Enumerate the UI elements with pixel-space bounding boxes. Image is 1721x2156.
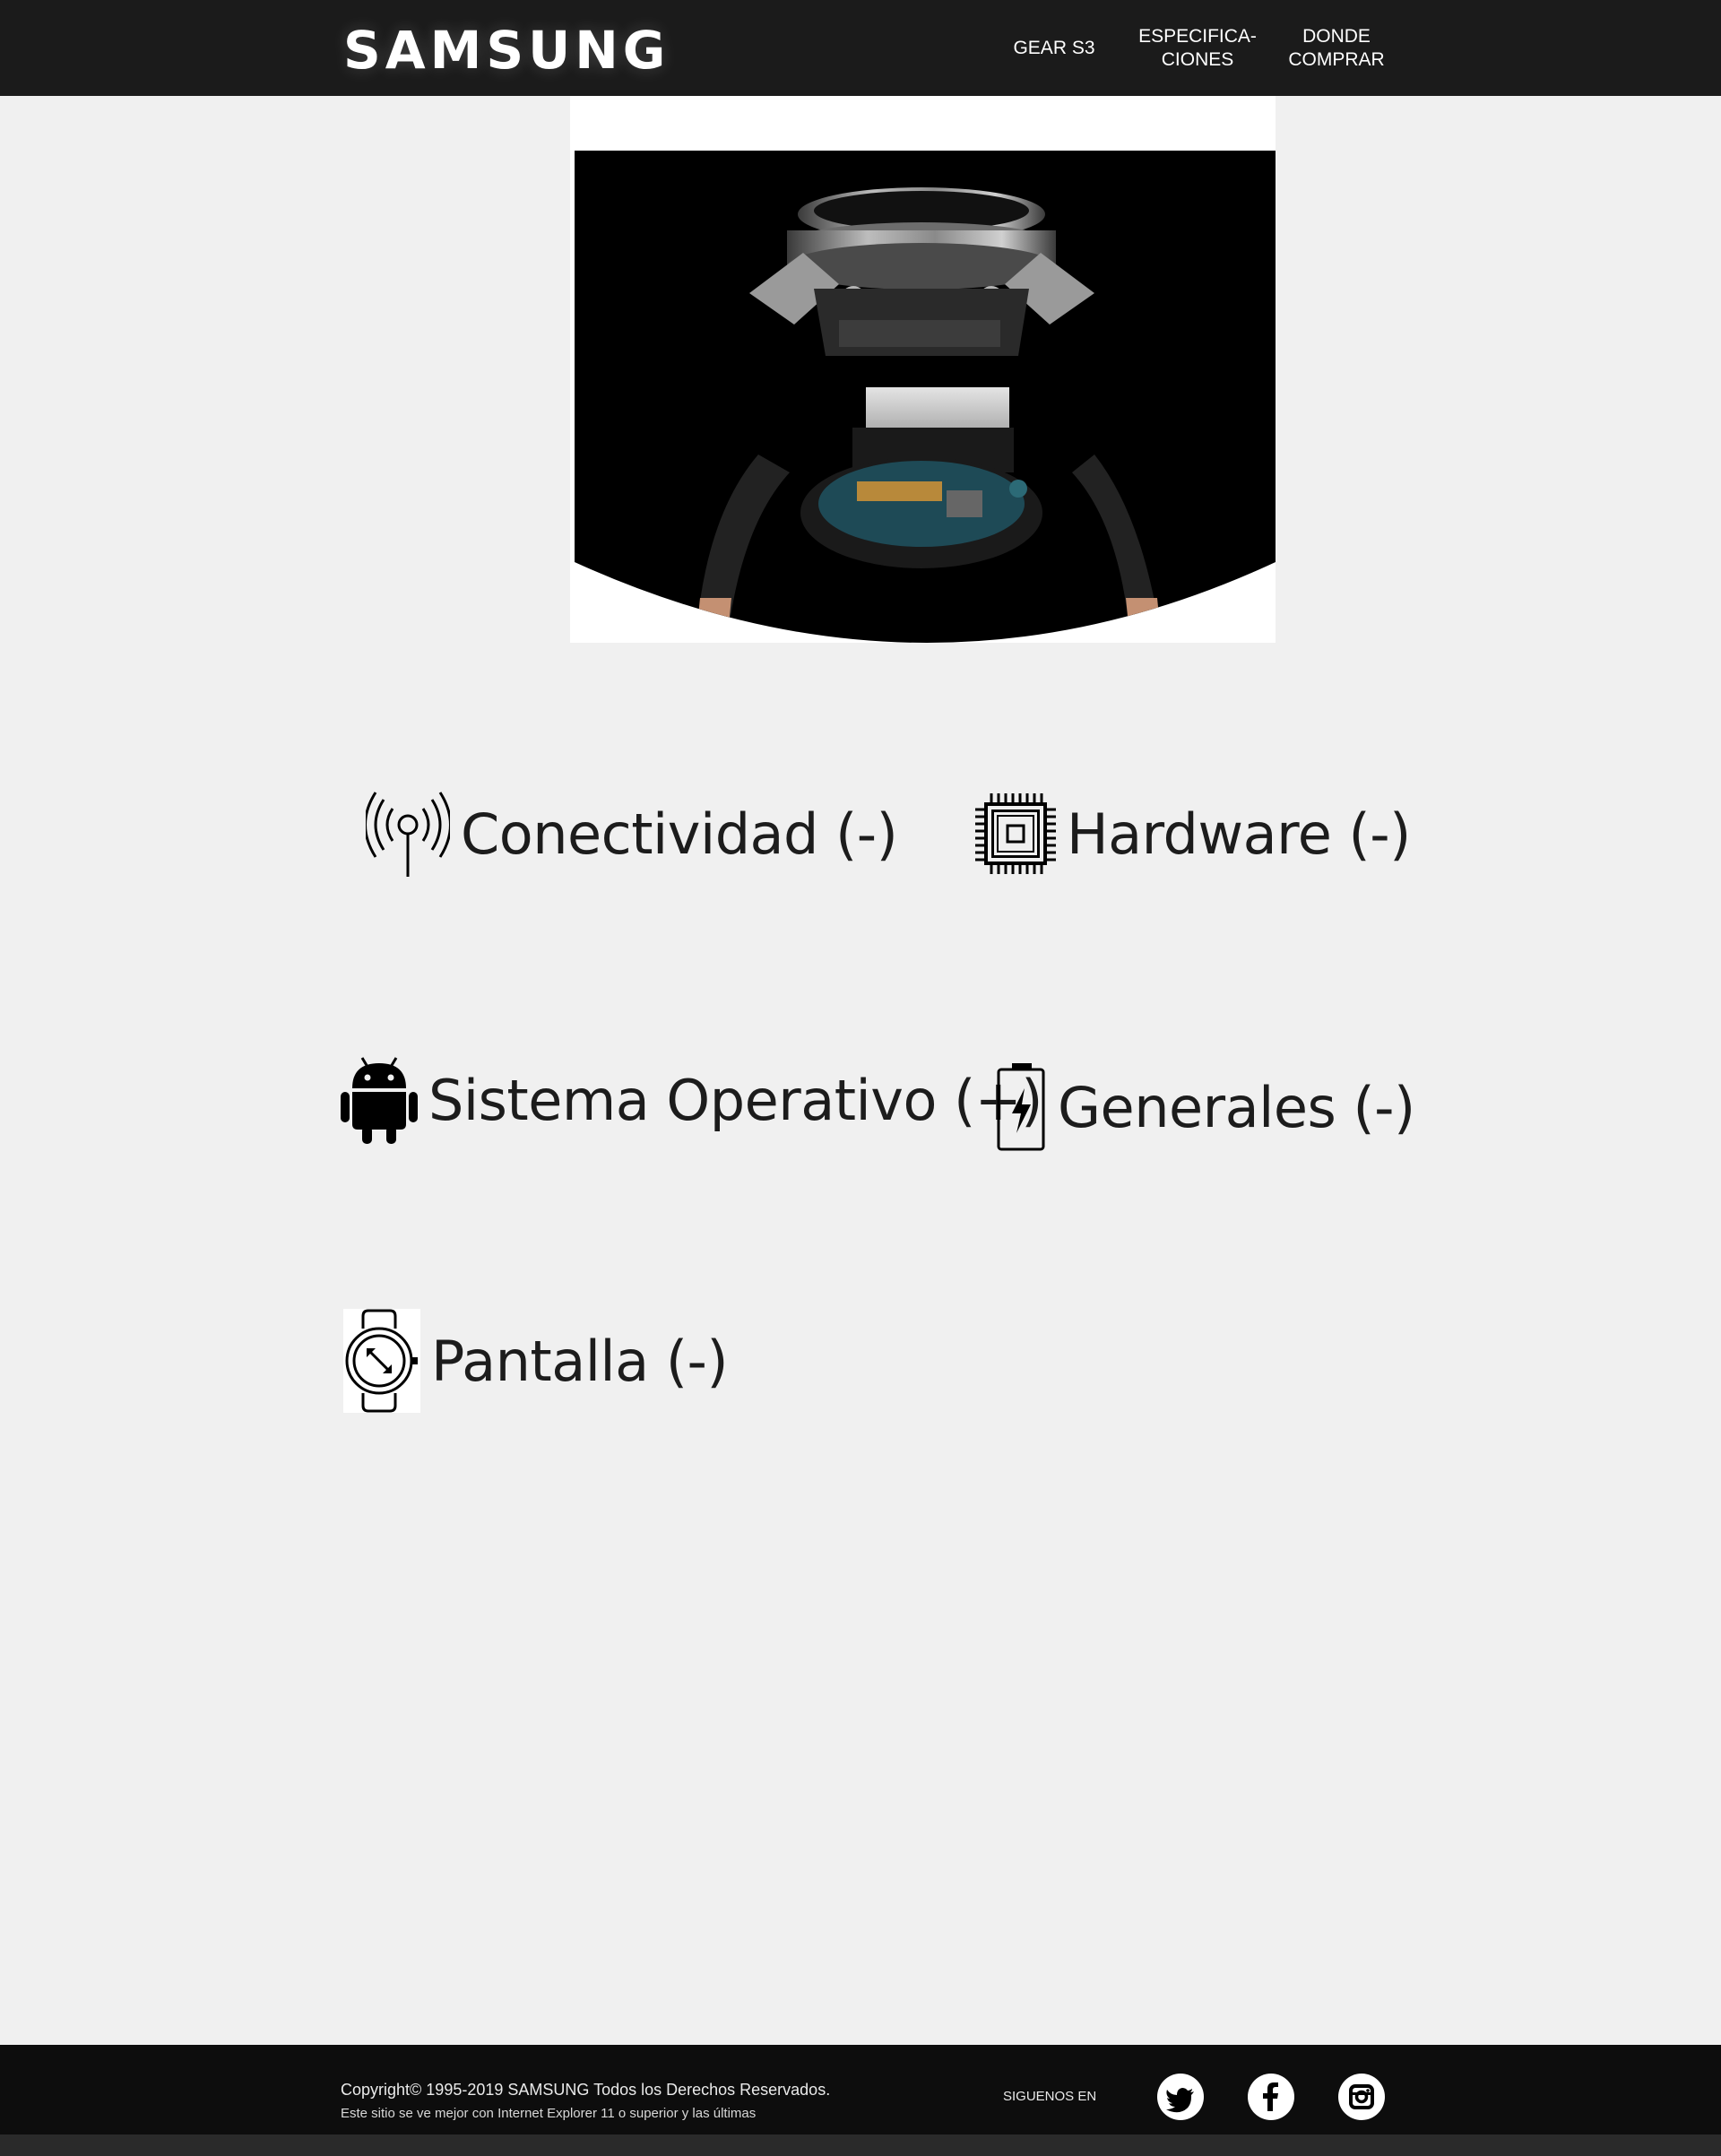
twitter-link[interactable] [1157,2074,1204,2120]
smartwatch-exploded-illustration [575,151,1276,643]
facebook-link[interactable] [1248,2074,1294,2120]
site-header: SAMSUNG GEAR S3 ESPECIFICA- CIONES DONDE… [0,0,1721,96]
twitter-icon [1166,2088,1194,2113]
facebook-icon [1263,2082,1278,2111]
follow-us-label: SIGUENOS EN [1003,2089,1097,2104]
spec-pantalla[interactable]: Pantalla (-) [343,1309,729,1413]
antenna-icon [366,792,450,877]
spec-label: Sistema Operativo (+) [428,1067,1042,1133]
browser-note: Este sitio se ve mejor con Internet Expl… [341,2106,757,2121]
nav-donde-comprar[interactable]: DONDE COMPRAR [1278,0,1395,96]
spec-generales[interactable]: Generales (-) [997,1063,1415,1151]
android-icon [341,1057,418,1144]
battery-icon [997,1063,1045,1151]
spec-label: Pantalla (-) [431,1328,729,1394]
nav-especificaciones[interactable]: ESPECIFICA- CIONES [1131,0,1264,96]
chip-icon [975,793,1056,874]
spec-label: Conectividad (-) [461,801,898,867]
instagram-link[interactable] [1338,2074,1385,2120]
copyright-text: Copyright© 1995-2019 SAMSUNG Todos los D… [341,2081,831,2099]
spec-label: Generales (-) [1058,1074,1415,1140]
nav-gear-s3[interactable]: GEAR S3 [1002,0,1106,96]
instagram-icon [1349,2084,1374,2109]
spec-sistema-operativo[interactable]: Sistema Operativo (+) [341,1056,1042,1144]
spec-hardware[interactable]: Hardware (-) [975,793,1411,874]
spec-conectividad[interactable]: Conectividad (-) [366,789,898,879]
watch-icon [343,1309,420,1413]
hero-image [570,96,1276,643]
samsung-logo[interactable]: SAMSUNG [343,14,670,86]
footer-bottom-bar [0,2134,1721,2156]
site-footer [0,2045,1721,2134]
spec-label: Hardware (-) [1067,801,1411,867]
